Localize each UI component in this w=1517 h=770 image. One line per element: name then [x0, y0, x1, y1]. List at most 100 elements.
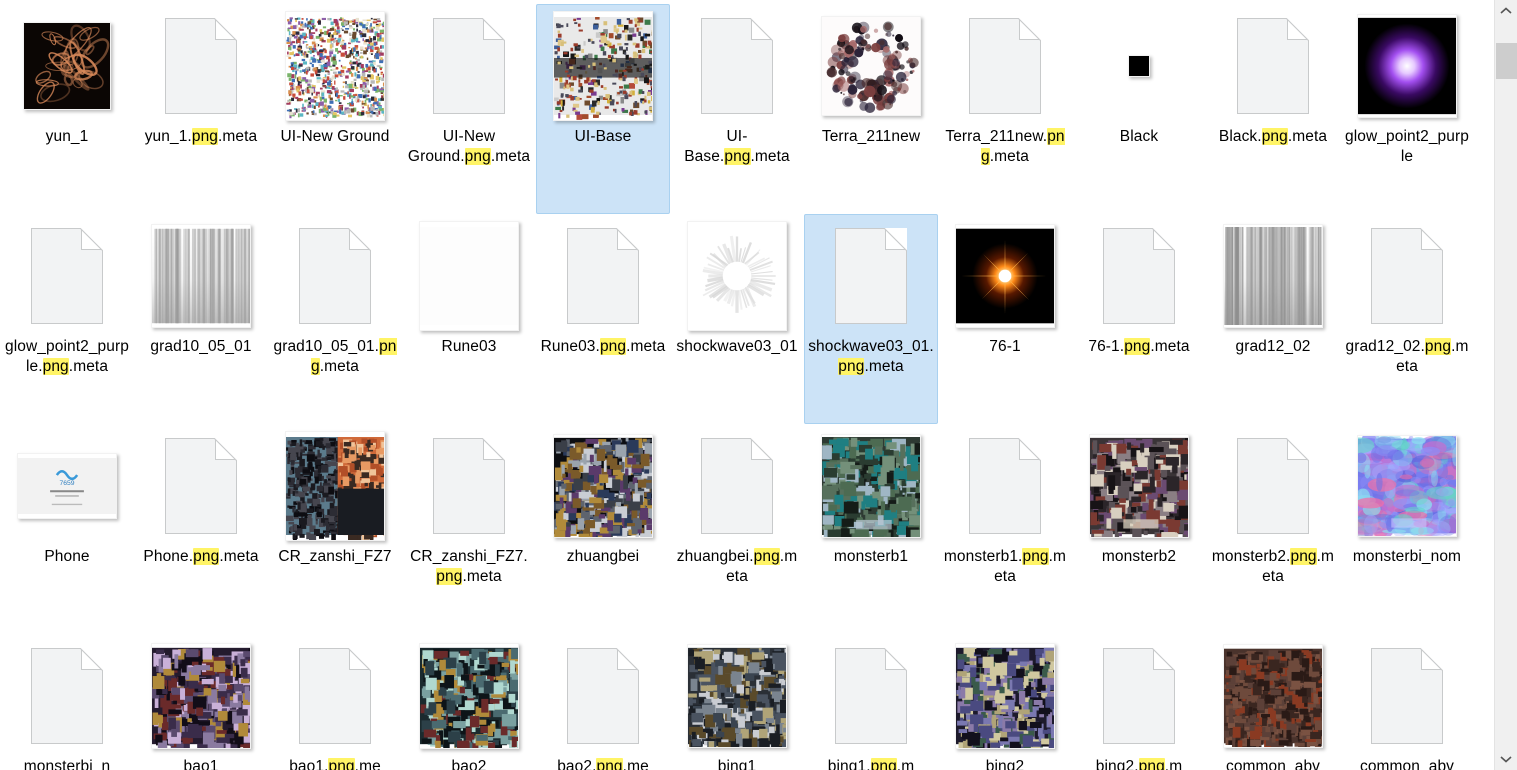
file-name-label: Terra_211new.png.meta	[945, 128, 1065, 165]
file-item[interactable]: Black	[1072, 4, 1206, 214]
file-item[interactable]: bing1.png.m	[804, 634, 938, 770]
search-match-highlight: png	[724, 148, 751, 165]
file-thumbnail	[687, 641, 787, 751]
file-name-label: monsterb2	[1101, 548, 1177, 565]
file-item[interactable]: bao1.png.me	[268, 634, 402, 770]
blank-document-icon	[1371, 648, 1443, 744]
file-item[interactable]: bing2	[938, 634, 1072, 770]
blank-document-icon	[165, 438, 237, 534]
file-item[interactable]: 76-1.png.meta	[1072, 214, 1206, 424]
blank-document-icon	[1103, 228, 1175, 324]
file-item[interactable]: monsterb2	[1072, 424, 1206, 634]
page-fold-icon	[1152, 228, 1175, 251]
file-item[interactable]: 76-1	[938, 214, 1072, 424]
file-name-label: bao2.png.me	[540, 757, 666, 770]
file-grid[interactable]: yun_1 yun_1.png.meta UI-New Ground UI-New G…	[0, 0, 1494, 770]
file-item[interactable]: UI-Base.png.meta	[670, 4, 804, 214]
file-item[interactable]: yun_1	[0, 4, 134, 214]
search-match-highlight: png	[1290, 548, 1317, 565]
file-name-label: monsterbi_n	[23, 758, 111, 770]
search-match-highlight: png	[1022, 548, 1049, 565]
file-item[interactable]: common_abv	[1340, 634, 1474, 770]
search-match-highlight: png	[1138, 758, 1165, 770]
blank-document-icon	[835, 228, 907, 324]
file-item[interactable]: Black.png.meta	[1206, 4, 1340, 214]
file-item[interactable]: UI-Base	[536, 4, 670, 214]
file-item[interactable]: Terra_211new	[804, 4, 938, 214]
file-thumbnail	[553, 641, 653, 751]
file-item[interactable]: bao2.png.me	[536, 634, 670, 770]
file-name-label: monsterbi_nom	[1352, 548, 1462, 565]
file-thumbnail	[285, 641, 385, 751]
file-thumbnail	[553, 11, 653, 121]
page-fold-icon	[750, 438, 773, 461]
file-item[interactable]: monsterb1	[804, 424, 938, 634]
file-item[interactable]: UI-New Ground.png.meta	[402, 4, 536, 214]
scrollbar-track[interactable]	[1496, 22, 1517, 748]
scroll-down-button[interactable]	[1495, 748, 1517, 770]
file-item[interactable]: Phone.png.meta	[134, 424, 268, 634]
file-thumbnail	[419, 221, 519, 331]
file-item[interactable]: zhuangbei.png.meta	[670, 424, 804, 634]
file-item[interactable]: Terra_211new.png.meta	[938, 4, 1072, 214]
file-item[interactable]: bao2	[402, 634, 536, 770]
file-item[interactable]: shockwave03_01	[670, 214, 804, 424]
file-thumbnail	[821, 641, 921, 751]
page-fold-icon	[1420, 228, 1443, 251]
file-item[interactable]: UI-New Ground	[268, 4, 402, 214]
file-item[interactable]: shockwave03_01.png.meta	[804, 214, 938, 424]
file-item[interactable]: monsterbi_nom	[1340, 424, 1474, 634]
file-item[interactable]: 7659 Phone	[0, 424, 134, 634]
file-item[interactable]: common_abv	[1206, 634, 1340, 770]
blank-document-icon	[969, 18, 1041, 114]
file-item[interactable]: grad12_02	[1206, 214, 1340, 424]
file-item[interactable]: bing2.png.m	[1072, 634, 1206, 770]
file-thumbnail	[687, 431, 787, 541]
file-item[interactable]: grad10_05_01	[134, 214, 268, 424]
blank-document-icon	[567, 648, 639, 744]
file-item[interactable]: Rune03	[402, 214, 536, 424]
search-match-highlight: png	[1424, 338, 1452, 355]
file-thumbnail	[1357, 221, 1457, 331]
file-thumbnail	[687, 221, 787, 331]
search-match-highlight: png	[1124, 338, 1151, 355]
file-name-label: grad12_02.png.meta	[1345, 338, 1469, 375]
blank-document-icon	[567, 228, 639, 324]
file-name-label: zhuangbei	[566, 548, 640, 565]
file-name-label: UI-New Ground.png.meta	[407, 128, 531, 165]
file-thumbnail: 7659	[17, 431, 117, 541]
file-thumbnail	[1223, 641, 1323, 751]
file-item[interactable]: monsterb1.png.meta	[938, 424, 1072, 634]
file-item[interactable]: zhuangbei	[536, 424, 670, 634]
file-item[interactable]: CR_zanshi_FZ7	[268, 424, 402, 634]
blank-document-icon	[299, 648, 371, 744]
file-thumbnail	[1357, 641, 1457, 751]
file-name-label: common_abv	[1225, 758, 1321, 770]
file-item[interactable]: bing1	[670, 634, 804, 770]
blank-document-icon	[1371, 228, 1443, 324]
file-thumbnail	[419, 11, 519, 121]
file-thumbnail	[17, 11, 117, 121]
file-item[interactable]: grad12_02.png.meta	[1340, 214, 1474, 424]
file-item[interactable]: monsterb2.png.meta	[1206, 424, 1340, 634]
file-item[interactable]: bao1	[134, 634, 268, 770]
file-item[interactable]: glow_point2_purple	[1340, 4, 1474, 214]
file-thumbnail	[151, 221, 251, 331]
file-item[interactable]: grad10_05_01.png.meta	[268, 214, 402, 424]
file-thumbnail	[17, 221, 117, 331]
file-name-label: glow_point2_purple.png.meta	[5, 338, 129, 375]
scroll-up-button[interactable]	[1495, 0, 1517, 22]
file-item[interactable]: monsterbi_n	[0, 634, 134, 770]
vertical-scrollbar[interactable]	[1494, 0, 1517, 770]
blank-document-icon	[1237, 438, 1309, 534]
page-fold-icon	[348, 228, 371, 251]
file-item[interactable]: glow_point2_purple.png.meta	[0, 214, 134, 424]
page-fold-icon	[482, 18, 505, 41]
file-thumbnail	[955, 431, 1055, 541]
file-item[interactable]: CR_zanshi_FZ7.png.meta	[402, 424, 536, 634]
page-fold-icon	[616, 228, 639, 251]
file-thumbnail	[1223, 221, 1323, 331]
file-item[interactable]: yun_1.png.meta	[134, 4, 268, 214]
scrollbar-thumb[interactable]	[1496, 42, 1517, 79]
file-item[interactable]: Rune03.png.meta	[536, 214, 670, 424]
